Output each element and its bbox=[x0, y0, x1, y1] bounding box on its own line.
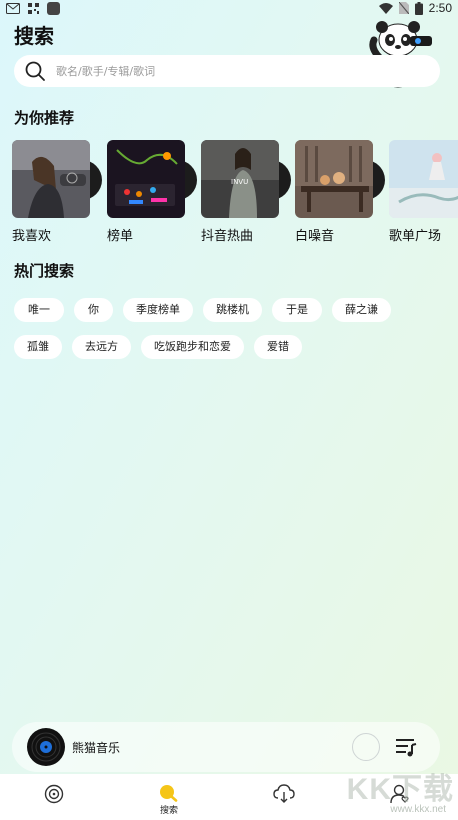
status-time: 2:50 bbox=[428, 1, 452, 15]
search-bar[interactable] bbox=[14, 55, 440, 87]
hot-tag[interactable]: 唯一 bbox=[14, 298, 64, 322]
recommend-label: 白噪音 bbox=[295, 229, 335, 244]
hot-tag[interactable]: 孤雏 bbox=[14, 335, 62, 359]
cover-image bbox=[295, 140, 373, 218]
playlist-icon[interactable] bbox=[394, 735, 418, 759]
watermark-logo: KK下载 bbox=[346, 773, 454, 806]
hot-tag[interactable]: 季度榜单 bbox=[123, 298, 193, 322]
hot-tag[interactable]: 薛之谦 bbox=[332, 298, 391, 322]
album-disc-icon bbox=[27, 728, 65, 766]
hot-tag[interactable]: 爱错 bbox=[254, 335, 302, 359]
recommend-label: 抖音热曲 bbox=[201, 229, 254, 244]
battery-icon bbox=[414, 1, 423, 15]
tab-download[interactable] bbox=[254, 774, 314, 820]
search-icon bbox=[25, 61, 45, 81]
search-icon bbox=[160, 785, 178, 802]
hot-tag[interactable]: 去远方 bbox=[72, 335, 131, 359]
qr-icon bbox=[28, 3, 39, 14]
tag-row: 唯一 你 季度榜单 跳楼机 于是 薛之谦 bbox=[14, 298, 444, 322]
cloud-download-icon bbox=[273, 784, 295, 803]
recommend-item-charts[interactable]: 榜单 bbox=[107, 140, 197, 244]
cover-image bbox=[107, 140, 185, 218]
hot-tag[interactable]: 跳楼机 bbox=[203, 298, 262, 322]
cover-text: INVU bbox=[231, 178, 248, 186]
tag-row: 孤雏 去远方 吃饭跑步和恋爱 爱错 bbox=[14, 335, 444, 359]
hot-search-title: 热门搜索 bbox=[14, 262, 75, 280]
watermark-url: www.kkx.net bbox=[390, 804, 446, 815]
search-input[interactable] bbox=[56, 64, 356, 78]
recommend-item-white-noise[interactable]: 白噪音 bbox=[295, 140, 385, 244]
page-title: 搜索 bbox=[14, 24, 54, 48]
status-bar: 2:50 bbox=[0, 0, 458, 18]
tab-search[interactable]: 搜索 bbox=[139, 774, 199, 820]
hot-tag[interactable]: 于是 bbox=[272, 298, 322, 322]
tab-search-label: 搜索 bbox=[159, 806, 178, 816]
mail-icon bbox=[6, 3, 20, 14]
cover-image bbox=[12, 140, 90, 218]
cover-image: INVU bbox=[201, 140, 279, 218]
hot-tag[interactable]: 你 bbox=[74, 298, 113, 322]
recommend-label: 我喜欢 bbox=[12, 229, 52, 244]
recommend-label: 榜单 bbox=[107, 229, 134, 244]
recommend-label: 歌单广场 bbox=[389, 229, 442, 244]
hot-tag[interactable]: 吃饭跑步和恋爱 bbox=[141, 335, 244, 359]
recommend-title: 为你推荐 bbox=[14, 109, 75, 127]
cover-image bbox=[389, 140, 458, 218]
wifi-icon bbox=[378, 2, 393, 14]
no-sim-icon bbox=[398, 2, 409, 14]
recommend-list: 我喜欢 榜单 INVU 抖音热曲 白噪音 歌单广场 bbox=[12, 140, 458, 244]
recommend-item-douyin-hits[interactable]: INVU 抖音热曲 bbox=[201, 140, 291, 244]
disc-icon bbox=[44, 784, 64, 804]
tab-discover[interactable] bbox=[24, 774, 84, 820]
recommend-item-playlist-square[interactable]: 歌单广场 bbox=[389, 140, 458, 244]
now-playing-title: 熊猫音乐 bbox=[72, 741, 121, 755]
play-progress-button[interactable] bbox=[352, 733, 380, 761]
recommend-item-favorites[interactable]: 我喜欢 bbox=[12, 140, 102, 244]
hot-search-tags: 唯一 你 季度榜单 跳楼机 于是 薛之谦 孤雏 去远方 吃饭跑步和恋爱 爱错 bbox=[14, 298, 444, 372]
app-icon bbox=[47, 2, 60, 15]
